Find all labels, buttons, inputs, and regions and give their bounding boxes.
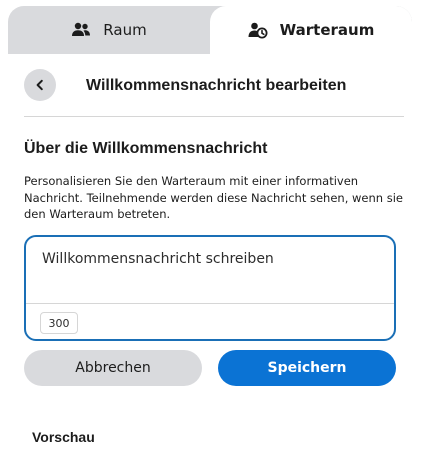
welcome-message-input[interactable] bbox=[26, 237, 394, 303]
section-description: Personalisieren Sie den Warteraum mit ei… bbox=[24, 174, 403, 221]
cancel-button[interactable]: Abbrechen bbox=[24, 350, 202, 386]
section-title: Über die Willkommensnachricht bbox=[24, 140, 268, 157]
waiting-room-icon bbox=[248, 21, 268, 39]
back-button[interactable] bbox=[24, 69, 56, 101]
character-limit-badge: 300 bbox=[40, 312, 78, 334]
tab-warteraum-label: Warteraum bbox=[279, 21, 375, 39]
page-header: Willkommensnachricht bearbeiten bbox=[24, 69, 404, 105]
page-title: Willkommensnachricht bearbeiten bbox=[86, 77, 347, 94]
save-button[interactable]: Speichern bbox=[218, 350, 396, 386]
waiting-room-panel: Raum Warteraum Willkommensnachricht bear… bbox=[8, 6, 412, 461]
field-divider bbox=[26, 303, 394, 304]
chevron-left-icon bbox=[34, 79, 46, 91]
tab-warteraum[interactable]: Warteraum bbox=[210, 6, 412, 54]
preview-heading: Vorschau bbox=[32, 429, 95, 445]
welcome-message-field: 300 bbox=[24, 235, 396, 341]
tab-raum[interactable]: Raum bbox=[8, 6, 210, 54]
tab-bar: Raum Warteraum bbox=[8, 6, 412, 54]
header-divider bbox=[24, 116, 404, 117]
tab-raum-label: Raum bbox=[103, 21, 147, 39]
people-icon bbox=[71, 21, 91, 39]
